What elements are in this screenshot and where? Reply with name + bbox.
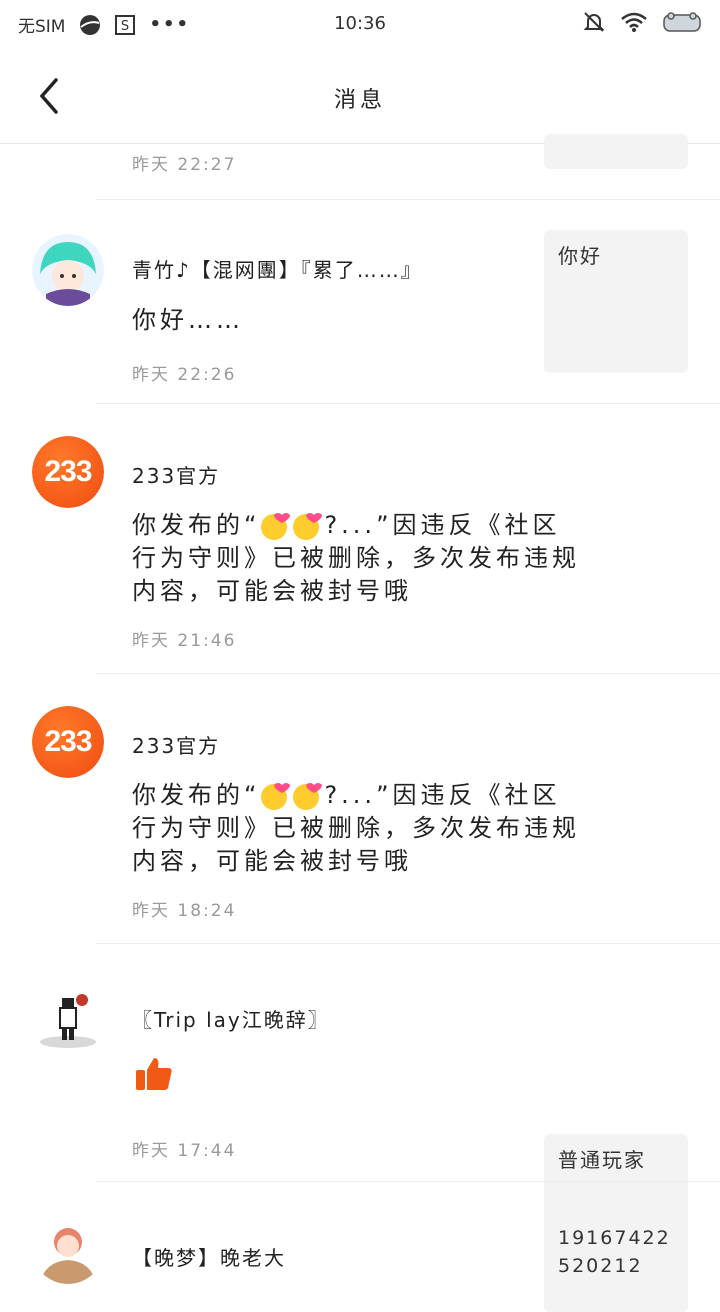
avatar[interactable]	[32, 1212, 104, 1284]
sender-name: 青竹♪【混网團】『累了……』	[132, 258, 423, 282]
message-item[interactable]: 【晚梦】晚老大 19167422520212	[0, 1182, 720, 1312]
avatar-image	[40, 994, 96, 1048]
text-line2: 行为守则》已被删除，多次发布违规	[132, 814, 580, 842]
message-time: 昨天 22:26	[132, 365, 237, 385]
mute-bell-icon	[583, 12, 605, 32]
status-bar: 无SIM S ••• 10:36	[0, 0, 720, 48]
message-text: 你发布的“ ?...”因违反《社区 行为守则》已被删除，多次发布违规 内容，可能会…	[132, 509, 580, 608]
message-time: 昨天 17:44	[132, 1141, 237, 1161]
page-title: 消息	[333, 88, 386, 113]
text-prefix: 你发布的“	[132, 781, 261, 809]
kiss-emoji-icon	[261, 513, 291, 540]
message-time: 昨天 21:46	[132, 631, 237, 651]
post-thumbnail[interactable]	[544, 134, 688, 169]
message-item[interactable]: 昨天 22:27	[0, 134, 720, 200]
message-item[interactable]: 〖Trip lay江晚辞〗 昨天 17:44 普通玩家	[0, 944, 720, 1277]
message-text: 你发布的“ ?...”因违反《社区 行为守则》已被删除，多次发布违规 内容，可能会…	[132, 779, 580, 878]
avatar-image	[32, 234, 104, 306]
avatar[interactable]: 233	[32, 706, 104, 778]
kiss-emoji-icon	[293, 783, 323, 810]
avatar[interactable]: 233	[32, 436, 104, 508]
sender-name: 【晚梦】晚老大	[132, 1246, 286, 1270]
sender-name: 〖Trip lay江晚辞〗	[132, 1008, 330, 1032]
avatar[interactable]	[32, 234, 104, 306]
message-item[interactable]: 青竹♪【混网團】『累了……』 你好…… 昨天 22:26 你好	[0, 200, 720, 404]
text-line3: 内容，可能会被封号哦	[132, 847, 412, 875]
text-line3: 内容，可能会被封号哦	[132, 577, 412, 605]
message-time: 昨天 18:24	[132, 901, 237, 921]
wifi-icon	[621, 12, 647, 32]
text-suffix: ?...”因违反《社区	[324, 781, 561, 809]
kiss-emoji-icon	[293, 513, 323, 540]
sender-name: 233官方	[132, 734, 221, 758]
message-item[interactable]: 233 233官方 你发布的“ ?...”因违反《社区 行为守则》已被删除，多次发…	[0, 404, 720, 674]
official-233-logo: 233	[32, 706, 104, 778]
post-thumbnail[interactable]: 你好	[544, 230, 688, 373]
avatar-image	[32, 1212, 104, 1284]
thumbs-up-icon	[136, 1058, 172, 1090]
text-prefix: 你发布的“	[132, 511, 261, 539]
post-thumbnail[interactable]: 19167422520212	[544, 1212, 688, 1312]
text-suffix: ?...”因违反《社区	[324, 511, 561, 539]
official-233-logo: 233	[32, 436, 104, 508]
message-text: 你好……	[132, 306, 244, 334]
message-item[interactable]: 233 233官方 你发布的“ ?...”因违反《社区 行为守则》已被删除，多次发…	[0, 674, 720, 944]
avatar[interactable]	[32, 980, 104, 1052]
battery-icon	[663, 12, 701, 32]
text-line2: 行为守则》已被删除，多次发布违规	[132, 544, 580, 572]
sender-name: 233官方	[132, 464, 221, 488]
status-right	[582, 10, 702, 34]
kiss-emoji-icon	[261, 783, 291, 810]
nav-bar: 消息	[0, 48, 720, 144]
message-time: 昨天 22:27	[132, 155, 237, 175]
